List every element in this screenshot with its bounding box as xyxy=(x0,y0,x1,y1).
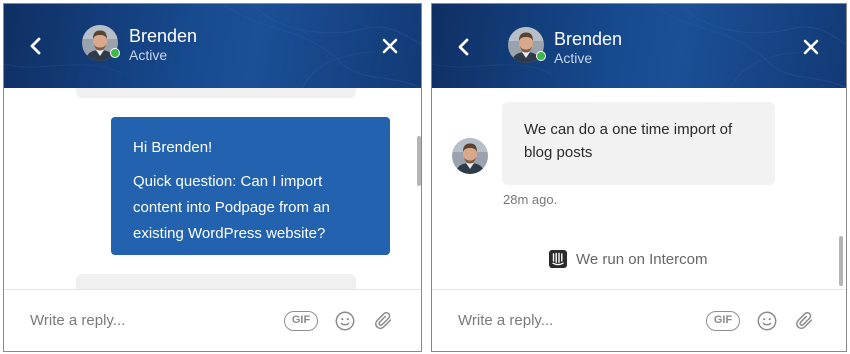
attach-button[interactable] xyxy=(794,310,816,332)
back-button[interactable] xyxy=(452,35,476,59)
close-icon xyxy=(803,39,819,55)
gif-button[interactable]: GIF xyxy=(284,311,318,331)
chat-header: Brenden Active xyxy=(4,4,421,88)
emoji-button[interactable] xyxy=(334,310,356,332)
close-button[interactable] xyxy=(378,34,402,58)
message-line: Hi Brenden! xyxy=(133,139,213,156)
paperclip-icon xyxy=(796,311,813,330)
presence-indicator xyxy=(536,51,546,61)
agent-status: Active xyxy=(554,50,593,66)
chat-panel-left: Brenden Active Hi Brenden! Quick questio… xyxy=(3,3,422,352)
chevron-left-icon xyxy=(30,37,41,55)
message-timestamp: 28m ago. xyxy=(503,192,558,207)
chat-panel-right: Brenden Active We can do a one time impo… xyxy=(431,3,847,352)
powered-by-text: We run on Intercom xyxy=(576,250,708,268)
next-message xyxy=(76,274,356,289)
close-icon xyxy=(382,38,398,54)
emoji-icon xyxy=(757,311,777,331)
gif-button[interactable]: GIF xyxy=(706,311,740,331)
scrollbar-thumb[interactable] xyxy=(839,236,843,286)
chat-header: Brenden Active xyxy=(432,4,846,88)
agent-status: Active xyxy=(129,47,168,63)
composer: GIF xyxy=(432,289,846,351)
header-pattern xyxy=(432,4,846,88)
paperclip-icon xyxy=(375,311,392,330)
presence-indicator xyxy=(110,48,120,58)
previous-message xyxy=(76,88,356,98)
agent-name: Brenden xyxy=(129,26,198,46)
emoji-button[interactable] xyxy=(756,310,778,332)
reply-input[interactable] xyxy=(458,310,678,330)
message-line: Quick question: Can I import content int… xyxy=(133,173,330,242)
scrollbar-thumb[interactable] xyxy=(417,136,421,186)
message-text: We can do a one time import of blog post… xyxy=(524,121,733,161)
intercom-logo-icon xyxy=(549,250,567,268)
back-button[interactable] xyxy=(24,34,48,58)
emoji-icon xyxy=(335,311,355,331)
header-pattern xyxy=(4,4,421,88)
attach-button[interactable] xyxy=(373,310,395,332)
agent-avatar xyxy=(452,138,488,174)
conversation[interactable]: Hi Brenden! Quick question: Can I import… xyxy=(4,88,421,289)
reply-input[interactable] xyxy=(30,310,250,330)
chevron-left-icon xyxy=(458,38,469,56)
conversation[interactable]: We can do a one time import of blog post… xyxy=(432,88,846,289)
agent-message-bubble: We can do a one time import of blog post… xyxy=(502,102,775,185)
powered-by-intercom-link[interactable]: We run on Intercom xyxy=(549,250,707,268)
user-message-bubble: Hi Brenden! Quick question: Can I import… xyxy=(111,117,390,255)
close-button[interactable] xyxy=(799,35,823,59)
agent-name: Brenden xyxy=(554,29,623,49)
composer: GIF xyxy=(4,289,421,351)
